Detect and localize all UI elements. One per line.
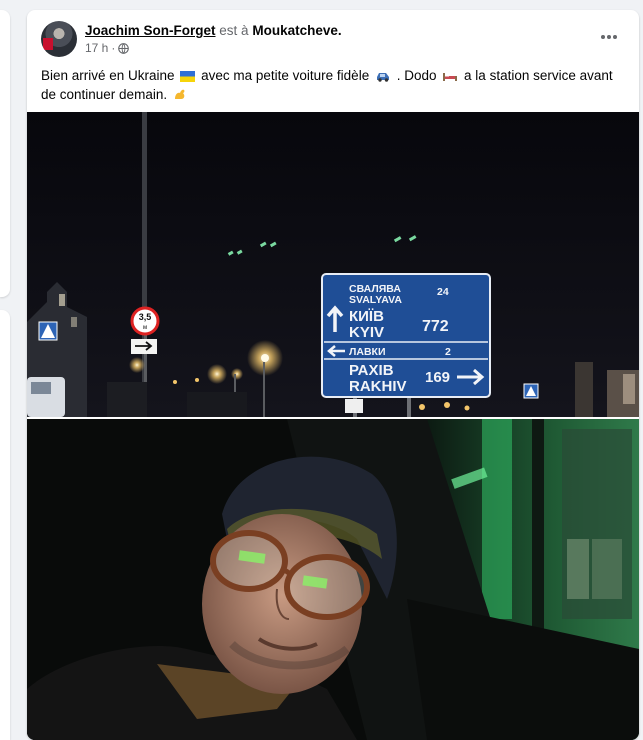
- car-emoji: [376, 73, 389, 82]
- location-prefix: est à: [219, 23, 249, 38]
- author-avatar[interactable]: [41, 21, 77, 57]
- height-limit-value: 3,5: [139, 312, 152, 322]
- author-name-link[interactable]: Joachim Son-Forget: [85, 23, 216, 38]
- direction-sign: СВАЛЯВА SVALYAVA 24 КИЇВ KYIV 772 ЛАВКИ …: [321, 273, 491, 417]
- sign-row1-lat: SVALYAVA: [349, 294, 402, 306]
- post-meta: 17 h ·: [85, 41, 130, 55]
- feed-post: Joachim Son-Forget est à Moukatcheve. 17…: [27, 10, 639, 740]
- more-horizontal-icon: [601, 35, 617, 39]
- ukraine-flag-emoji: [180, 71, 196, 82]
- side-card-left-top: [0, 10, 10, 297]
- more-options-button[interactable]: [597, 27, 621, 47]
- flexed-biceps-emoji: [174, 89, 185, 99]
- selfie-scene: [27, 419, 639, 740]
- post-timestamp[interactable]: 17 h: [85, 41, 108, 55]
- globe-icon[interactable]: [118, 42, 130, 54]
- author-line: Joachim Son-Forget est à Moukatcheve.: [85, 23, 342, 38]
- post-text-part2: avec ma petite voiture fidèle: [201, 68, 370, 83]
- side-card-left-bottom: [0, 310, 10, 740]
- road-sign-scene: 3,5 м СВАЛЯВА SVALYAVA 24 КИЇВ KYIV 772 …: [27, 112, 639, 417]
- sign-row3-cyr: ЛАВКИ: [349, 346, 386, 358]
- sign-row4-lat: RAKHIV: [349, 378, 407, 395]
- post-text-part3: . Dodo: [396, 68, 437, 83]
- sign-row2-lat: KYIV: [349, 324, 384, 341]
- sign-row2-km: 772: [422, 318, 449, 335]
- post-text-part1: Bien arrivé en Ukraine: [41, 68, 175, 83]
- post-photo-road-sign[interactable]: 3,5 м СВАЛЯВА SVALYAVA 24 КИЇВ KYIV 772 …: [27, 112, 639, 417]
- post-photo-selfie[interactable]: [27, 419, 639, 740]
- avatar-flag: [43, 38, 53, 50]
- sign-row1-km: 24: [437, 286, 449, 298]
- height-limit-unit: м: [143, 325, 147, 331]
- sign-row4-cyr: РАХІВ: [349, 362, 394, 379]
- meta-separator: ·: [111, 41, 116, 55]
- sign-row4-km: 169: [425, 369, 450, 386]
- post-text: Bien arrivé en Ukraine avec ma petite vo…: [41, 66, 626, 104]
- sign-row3-km: 2: [445, 346, 451, 358]
- bed-emoji: [443, 73, 458, 81]
- post-header: Joachim Son-Forget est à Moukatcheve. 17…: [27, 10, 639, 70]
- sign-row2-cyr: КИЇВ: [349, 308, 384, 325]
- location-link[interactable]: Moukatcheve.: [252, 23, 341, 38]
